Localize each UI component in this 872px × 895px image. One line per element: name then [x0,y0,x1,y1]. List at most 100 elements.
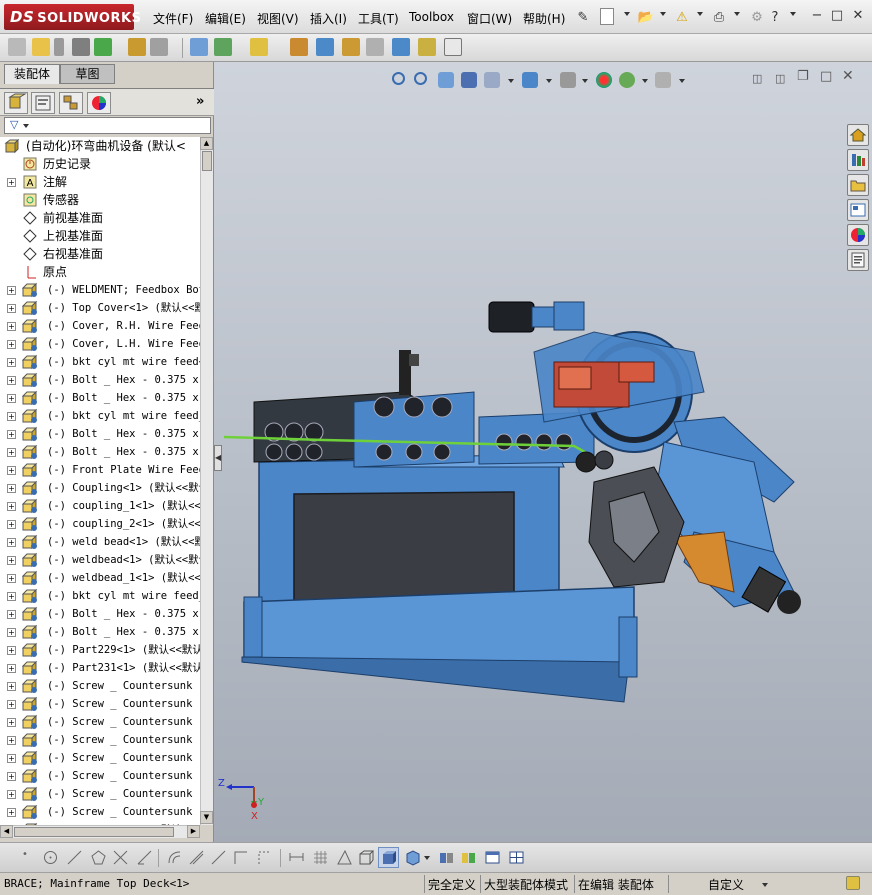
mate-icon[interactable] [72,38,90,56]
expand-toggle-icon[interactable]: + [7,754,16,763]
circle-icon[interactable] [42,849,59,866]
expand-toggle-icon[interactable]: + [7,538,16,547]
linear-pattern-icon[interactable] [94,38,112,56]
tree-item[interactable]: + (-) coupling_1<1> (默认<<默 [0,497,200,515]
menu-tools[interactable]: 工具(T) [358,10,399,27]
expand-toggle-icon[interactable]: + [7,700,16,709]
new-part-icon[interactable] [32,38,50,56]
minimize-icon[interactable]: − [810,9,824,23]
print-icon[interactable]: ⎙ [710,8,728,26]
tree-item[interactable]: + (-) Screw _ Countersunk - [0,767,200,785]
expand-toggle-icon[interactable]: + [7,448,16,457]
hscroll-thumb[interactable] [14,827,174,837]
expand-toggle-icon[interactable]: + [7,682,16,691]
expand-toggle-icon[interactable]: + [7,664,16,673]
tree-filter[interactable]: ▽ [4,117,211,134]
tree-item[interactable]: + (-) Front Plate Wire Feed< [0,461,200,479]
tree-item[interactable]: + (-) Part231<1> (默认<<默认 [0,659,200,677]
clearance-icon[interactable] [418,38,436,56]
tree-item[interactable]: 历史记录 [0,155,200,173]
tree-item[interactable]: 原点 [0,263,200,281]
expand-panel-icon[interactable]: » [196,94,204,109]
polygon-icon[interactable] [90,849,107,866]
tree-item[interactable]: + (-) weldbead_1<1> (默认<<默 [0,569,200,587]
expand-toggle-icon[interactable]: + [7,340,16,349]
tree-item[interactable]: 上视基准面 [0,227,200,245]
interference-icon[interactable] [392,38,410,56]
configuration-manager-icon[interactable] [59,92,83,114]
tree-item[interactable]: 前视基准面 [0,209,200,227]
pin-icon[interactable]: ✎ [574,8,592,26]
paperclip-icon[interactable] [54,38,64,56]
expand-toggle-icon[interactable]: + [7,502,16,511]
expand-toggle-icon[interactable]: + [7,574,16,583]
menu-edit[interactable]: 编辑(E) [205,10,246,27]
tree-item[interactable]: + (-) Cover, L.H. Wire Feed< [0,335,200,353]
expand-toggle-icon[interactable]: + [7,556,16,565]
print-dropdown-icon[interactable] [734,12,740,16]
new-document-icon[interactable] [600,8,614,25]
tree-item[interactable]: + (-) bkt cyl mt wire feed<1 [0,353,200,371]
window-cascade-icon[interactable] [508,849,525,866]
filter-dropdown-icon[interactable] [23,124,29,128]
menu-window[interactable]: 窗口(W) [467,10,512,27]
tree-item[interactable]: + A 注解 [0,173,200,191]
new-motion-study-icon[interactable] [290,38,308,56]
scroll-right-icon[interactable]: ▶ [187,825,200,838]
tree-item[interactable]: + (-) bkt cyl mt wire feed_1 [0,407,200,425]
tree-item[interactable]: 传感器 [0,191,200,209]
grid-icon[interactable] [312,849,329,866]
help-dropdown-icon[interactable] [790,12,796,16]
tree-item[interactable]: + (-) Coupling<1> (默认<<默认 [0,479,200,497]
panel-collapse-handle[interactable]: ◀ [214,445,222,471]
status-units[interactable]: 自定义 [708,876,744,893]
display-manager-icon[interactable] [87,92,111,114]
tree-item[interactable]: + (-) weld bead<1> (默认<<默 [0,533,200,551]
tree-item[interactable]: + (-) Screw _ Countersunk - [0,695,200,713]
scroll-up-icon[interactable]: ▲ [200,137,213,150]
open-folder-icon[interactable]: 📂 [637,8,655,26]
scroll-thumb[interactable] [202,151,212,171]
tree-item[interactable]: + (-) Screw _ Countersunk - [0,749,200,767]
design-library-icon[interactable] [847,149,869,171]
solidworks-logo[interactable]: DS SOLIDWORKS [4,4,141,30]
hide-components-icon[interactable] [438,849,455,866]
file-explorer-icon[interactable] [847,174,869,196]
machine-model[interactable] [214,62,872,842]
menu-view[interactable]: 视图(V) [257,10,299,27]
expand-toggle-icon[interactable]: + [7,646,16,655]
close-icon[interactable]: ✕ [851,9,865,23]
tree-item[interactable]: + (-) Top Cover<1> (默认<<默 [0,299,200,317]
restore-icon[interactable]: □ [830,9,844,23]
tree-item[interactable]: + (-) Bolt _ Hex - 0.375 x 1 [0,623,200,641]
expand-toggle-icon[interactable]: + [7,772,16,781]
help-icon[interactable]: ? [766,8,784,26]
tree-item[interactable]: + (-) Screw _ Countersunk - [0,713,200,731]
graphics-area[interactable]: ◫ ◫ ❐ □ ✕ ◀ [214,62,872,842]
menu-file[interactable]: 文件(F) [153,10,193,27]
mirror-icon[interactable] [188,849,205,866]
sketch-fillet-icon[interactable] [210,849,227,866]
expand-toggle-icon[interactable]: + [7,790,16,799]
tree-root[interactable]: (自动化)环弯曲机设备 (默认< [0,137,200,155]
relations-icon[interactable] [336,849,353,866]
scroll-down-icon[interactable]: ▼ [200,811,213,824]
property-manager-icon[interactable] [31,92,55,114]
reference-geometry-icon[interactable] [250,38,268,56]
shaded-with-edges-icon[interactable] [378,847,399,868]
expand-toggle-icon[interactable]: + [7,358,16,367]
tree-item[interactable]: + (-) Cover, R.H. Wire Feed< [0,317,200,335]
open-dropdown-icon[interactable] [660,12,666,16]
line-icon[interactable] [66,849,83,866]
main-frame[interactable] [241,454,638,703]
expand-toggle-icon[interactable]: + [7,736,16,745]
construction-geometry-icon[interactable] [256,849,273,866]
tree-item[interactable]: + (-) Bolt _ Hex - 0.375 x 1 [0,425,200,443]
options-icon[interactable]: ⚙ [748,8,766,26]
expand-toggle-icon[interactable]: + [7,808,16,817]
menu-help[interactable]: 帮助(H) [523,10,565,27]
tab-assembly[interactable]: 装配体 [4,64,60,84]
insert-component-icon[interactable] [8,38,26,56]
tab-sketch[interactable]: 草图 [60,64,115,84]
instant3d-icon[interactable] [444,38,462,56]
